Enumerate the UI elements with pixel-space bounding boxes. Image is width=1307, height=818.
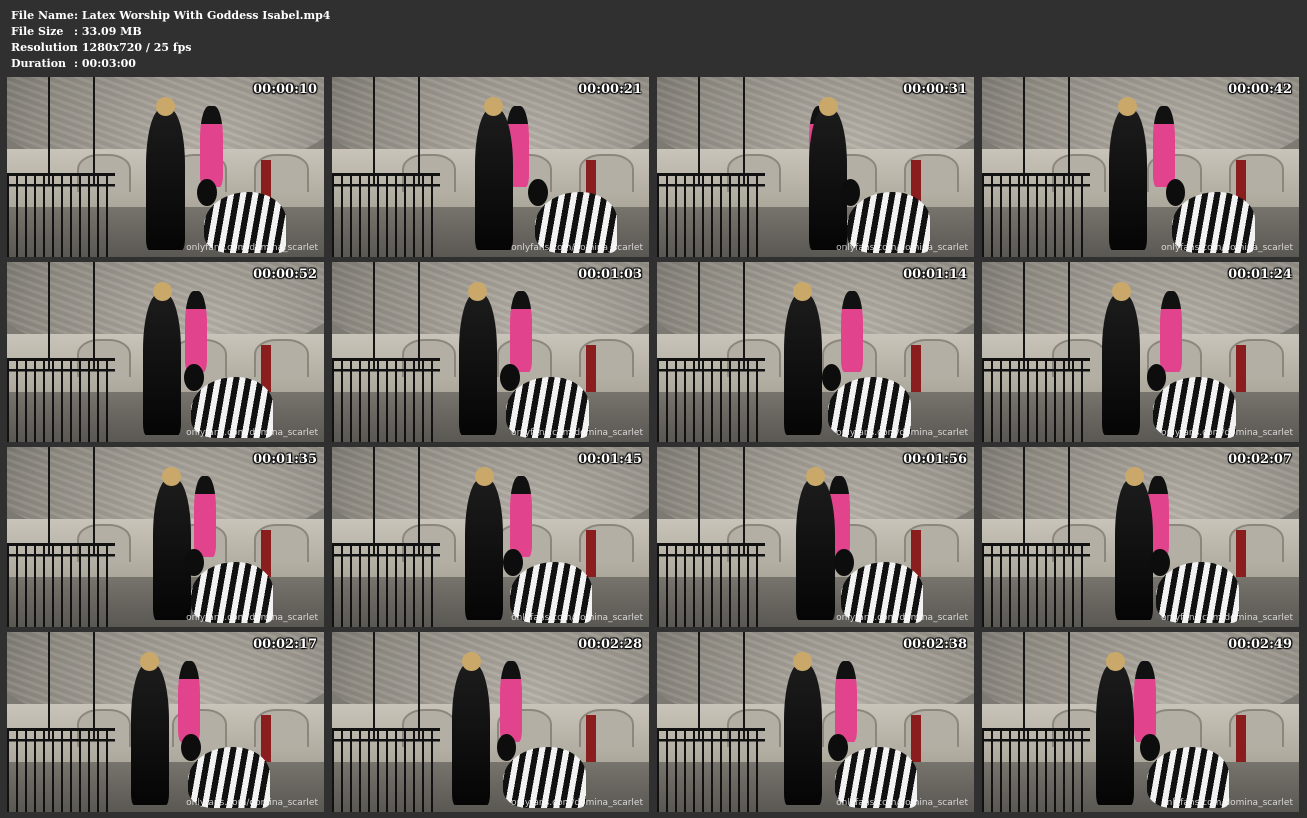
video-thumbnail[interactable]: 00:02:07 onlyfans.com/domina_scarlet [982, 447, 1299, 627]
file-size-row: File Size : 33.09 MB [11, 24, 330, 40]
video-thumbnail[interactable]: 00:00:21 onlyfans.com/domina_scarlet [332, 77, 649, 257]
watermark-text: onlyfans.com/domina_scarlet [1161, 613, 1293, 623]
timestamp-label: 00:02:38 [903, 637, 967, 652]
thumbnail-image [332, 632, 649, 812]
timestamp-label: 00:01:14 [903, 267, 967, 282]
file-info: File Name : Latex Worship With Goddess I… [11, 8, 330, 72]
thumbnail-image [657, 77, 974, 257]
duration-label: Duration [11, 57, 67, 70]
separator: : [74, 9, 79, 22]
watermark-text: onlyfans.com/domina_scarlet [511, 243, 643, 253]
watermark-text: onlyfans.com/domina_scarlet [836, 798, 968, 808]
resolution-value: 1280x720 / 25 fps [81, 41, 192, 54]
watermark-text: onlyfans.com/domina_scarlet [186, 428, 318, 438]
thumbnail-image [657, 632, 974, 812]
timestamp-label: 00:02:17 [253, 637, 317, 652]
thumbnail-image [982, 632, 1299, 812]
video-thumbnail[interactable]: 00:02:28 onlyfans.com/domina_scarlet [332, 632, 649, 812]
separator: : [74, 57, 79, 70]
timestamp-label: 00:00:10 [253, 82, 317, 97]
timestamp-label: 00:02:07 [1228, 452, 1292, 467]
video-thumbnail[interactable]: 00:01:14 onlyfans.com/domina_scarlet [657, 262, 974, 442]
video-thumbnail[interactable]: 00:01:35 onlyfans.com/domina_scarlet [7, 447, 324, 627]
video-thumbnail[interactable]: 00:02:38 onlyfans.com/domina_scarlet [657, 632, 974, 812]
video-thumbnail[interactable]: 00:00:10 onlyfans.com/domina_scarlet [7, 77, 324, 257]
watermark-text: onlyfans.com/domina_scarlet [186, 613, 318, 623]
thumbnail-image [982, 77, 1299, 257]
thumbnail-image [332, 447, 649, 627]
thumbnail-image [7, 447, 324, 627]
timestamp-label: 00:01:35 [253, 452, 317, 467]
duration-value: 00:03:00 [81, 57, 136, 70]
video-thumbnail[interactable]: 00:02:17 onlyfans.com/domina_scarlet [7, 632, 324, 812]
watermark-text: onlyfans.com/domina_scarlet [511, 798, 643, 808]
timestamp-label: 00:02:28 [578, 637, 642, 652]
file-name-value: Latex Worship With Goddess Isabel.mp4 [81, 9, 331, 22]
thumbnail-image [332, 77, 649, 257]
separator: : [74, 41, 79, 54]
thumbnail-image [7, 77, 324, 257]
timestamp-label: 00:00:52 [253, 267, 317, 282]
watermark-text: onlyfans.com/domina_scarlet [186, 243, 318, 253]
resolution-row: Resolution : 1280x720 / 25 fps [11, 40, 330, 56]
thumbnail-image [982, 262, 1299, 442]
thumbnail-image [332, 262, 649, 442]
timestamp-label: 00:01:45 [578, 452, 642, 467]
watermark-text: onlyfans.com/domina_scarlet [836, 243, 968, 253]
timestamp-label: 00:00:42 [1228, 82, 1292, 97]
separator: : [74, 25, 79, 38]
timestamp-label: 00:00:21 [578, 82, 642, 97]
file-size-value: 33.09 MB [81, 25, 142, 38]
thumbnail-image [657, 447, 974, 627]
video-thumbnail[interactable]: 00:01:45 onlyfans.com/domina_scarlet [332, 447, 649, 627]
thumbnail-grid: 00:00:10 onlyfans.com/domina_scarlet 00:… [7, 77, 1299, 812]
duration-row: Duration : 00:03:00 [11, 56, 330, 72]
video-thumbnail[interactable]: 00:00:52 onlyfans.com/domina_scarlet [7, 262, 324, 442]
timestamp-label: 00:01:03 [578, 267, 642, 282]
watermark-text: onlyfans.com/domina_scarlet [836, 613, 968, 623]
thumbnail-image [7, 262, 324, 442]
video-thumbnail[interactable]: 00:01:24 onlyfans.com/domina_scarlet [982, 262, 1299, 442]
thumbnail-image [7, 632, 324, 812]
file-name-label: File Name [11, 9, 74, 22]
thumbnail-image [657, 262, 974, 442]
timestamp-label: 00:00:31 [903, 82, 967, 97]
video-thumbnail[interactable]: 00:01:56 onlyfans.com/domina_scarlet [657, 447, 974, 627]
watermark-text: onlyfans.com/domina_scarlet [836, 428, 968, 438]
video-thumbnail[interactable]: 00:02:49 onlyfans.com/domina_scarlet [982, 632, 1299, 812]
timestamp-label: 00:01:24 [1228, 267, 1292, 282]
video-thumbnail[interactable]: 00:00:31 onlyfans.com/domina_scarlet [657, 77, 974, 257]
file-name-row: File Name : Latex Worship With Goddess I… [11, 8, 330, 24]
timestamp-label: 00:02:49 [1228, 637, 1292, 652]
timestamp-label: 00:01:56 [903, 452, 967, 467]
resolution-label: Resolution [11, 41, 78, 54]
watermark-text: onlyfans.com/domina_scarlet [1161, 428, 1293, 438]
video-thumbnail[interactable]: 00:01:03 onlyfans.com/domina_scarlet [332, 262, 649, 442]
file-size-label: File Size [11, 25, 64, 38]
watermark-text: onlyfans.com/domina_scarlet [186, 798, 318, 808]
watermark-text: onlyfans.com/domina_scarlet [511, 428, 643, 438]
watermark-text: onlyfans.com/domina_scarlet [1161, 798, 1293, 808]
video-thumbnail[interactable]: 00:00:42 onlyfans.com/domina_scarlet [982, 77, 1299, 257]
thumbnail-image [982, 447, 1299, 627]
watermark-text: onlyfans.com/domina_scarlet [511, 613, 643, 623]
watermark-text: onlyfans.com/domina_scarlet [1161, 243, 1293, 253]
